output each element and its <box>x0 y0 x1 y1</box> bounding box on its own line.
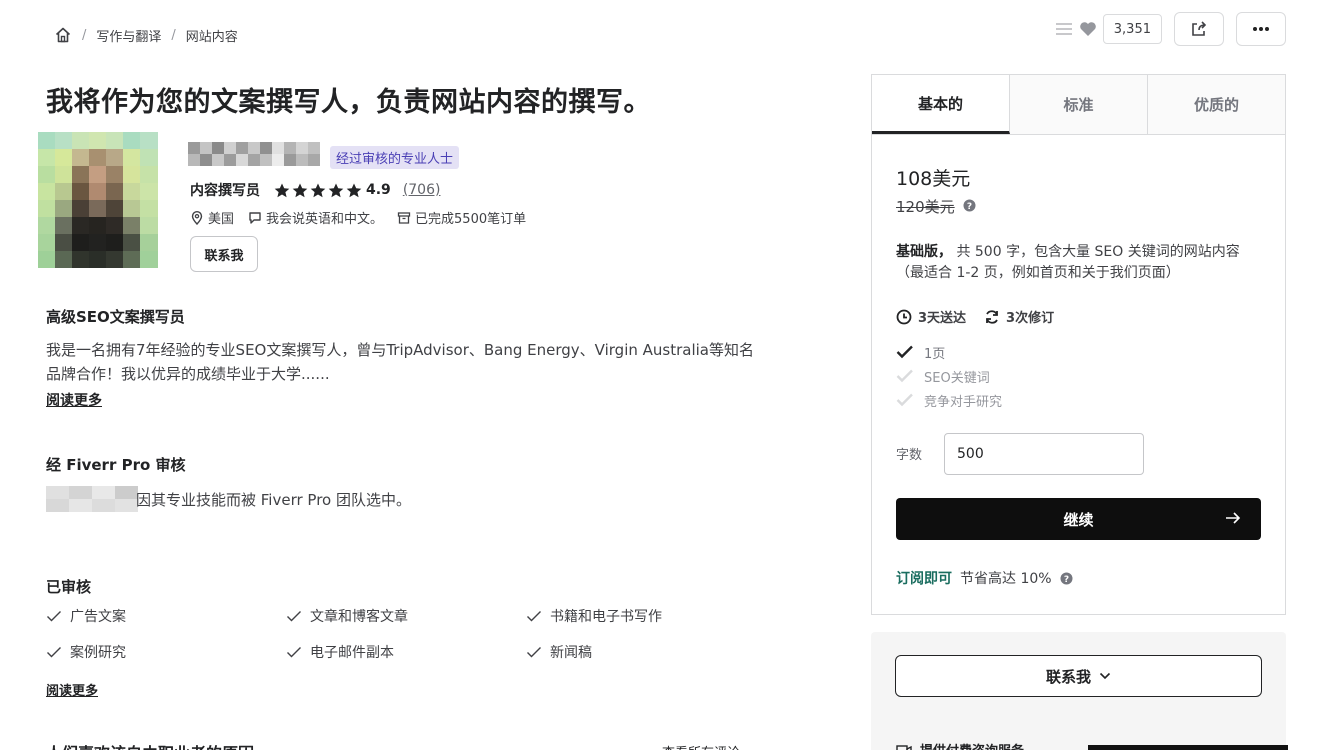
contact-me-button[interactable]: 联系我 <box>190 236 258 272</box>
more-icon <box>1252 26 1270 32</box>
more-button[interactable] <box>1236 12 1286 46</box>
rating-stars <box>274 183 362 198</box>
scroll-indicator <box>1088 745 1288 750</box>
verified-skill: 电子邮件副本 <box>286 642 526 662</box>
obscured-name <box>46 486 138 512</box>
breadcrumb-separator: / <box>171 27 176 43</box>
reviews-count-link[interactable]: (706) <box>403 182 441 198</box>
check-icon <box>527 647 541 658</box>
star-icon <box>310 183 326 197</box>
verified-skills: 广告文案 文章和博客文章 书籍和电子书写作 案例研究 电子邮件副本 新闻稿 <box>46 606 766 662</box>
breadcrumb-separator: / <box>82 27 87 43</box>
feature-item: 竞争对手研究 <box>896 388 1002 412</box>
paid-consultation: 提供付费咨询服务 <box>896 740 1024 750</box>
verified-skill: 案例研究 <box>46 642 286 662</box>
package-price: 108美元 <box>896 168 971 190</box>
verified-skill: 书籍和电子书写作 <box>526 606 766 626</box>
breadcrumb: / 写作与翻译 / 网站内容 <box>54 24 238 46</box>
feature-item: 1页 <box>896 340 1002 364</box>
check-icon <box>287 647 301 658</box>
package-description: 基础版， 共 500 字，包含大量 SEO 关键词的网站内容（最适合 1-2 页… <box>896 244 1240 281</box>
share-button[interactable] <box>1174 12 1224 46</box>
pro-badge: 经过审核的专业人士 <box>330 146 460 169</box>
heart-icon[interactable] <box>1079 21 1097 37</box>
check-icon <box>896 369 913 383</box>
read-more-link[interactable]: 阅读更多 <box>46 390 102 410</box>
verified-skill: 文章和博客文章 <box>286 606 526 626</box>
word-count-label: 字数 <box>896 448 923 463</box>
rating-score: 4.9 <box>366 182 391 198</box>
gig-actions: 3,351 <box>1055 12 1286 46</box>
check-icon <box>47 611 61 622</box>
breadcrumb-category[interactable]: 写作与翻译 <box>96 26 161 45</box>
refresh-icon <box>986 309 998 324</box>
revisions: 3次修订 <box>984 307 1054 326</box>
seller-rating-row: 内容撰写员 4.9 (706) <box>190 180 440 200</box>
clock-icon <box>896 309 912 324</box>
seller-country: 美国 <box>190 208 234 227</box>
pro-heading: 经 Fiverr Pro 审核 <box>46 456 186 474</box>
seller-avatar[interactable] <box>31 132 165 268</box>
help-icon[interactable]: ? <box>1060 572 1073 585</box>
pro-description: 因其专业技能而被 Fiverr Pro 团队选中。 <box>46 486 411 512</box>
package-features: 1页 SEO关键词 竞争对手研究 <box>896 340 1002 412</box>
subscribe-link[interactable]: 订阅即可 <box>896 568 952 588</box>
check-icon <box>47 647 61 658</box>
verified-skill: 新闻稿 <box>526 642 766 662</box>
package-delivery-info: 3天送达 3次修订 <box>896 307 1054 326</box>
save-count: 3,351 <box>1102 14 1162 44</box>
breadcrumb-subcategory[interactable]: 网站内容 <box>186 26 238 45</box>
tab-premium[interactable]: 优质的 <box>1148 75 1285 134</box>
verified-skill: 广告文案 <box>46 606 286 626</box>
delivery-time: 3天送达 <box>896 307 966 326</box>
package-tabs: 基本的 标准 优质的 <box>872 75 1285 135</box>
contact-me-dropdown-button[interactable]: 联系我 <box>895 655 1262 697</box>
home-icon[interactable] <box>54 26 72 44</box>
star-icon <box>328 183 344 197</box>
chat-icon <box>249 211 261 224</box>
about-heading: 高级SEO文案撰写员 <box>46 308 185 326</box>
word-count-input[interactable] <box>944 433 1144 475</box>
check-icon <box>896 345 913 359</box>
location-icon <box>191 210 203 225</box>
about-text: 我是一名拥有7年经验的专业SEO文案撰写人，曾与TripAdvisor、Bang… <box>46 341 754 383</box>
continue-button[interactable]: 继续 <box>896 498 1261 540</box>
seller-name[interactable] <box>188 142 320 166</box>
video-icon <box>896 744 912 750</box>
read-more-link[interactable]: 阅读更多 <box>46 680 98 699</box>
svg-text:?: ? <box>1063 575 1068 585</box>
tab-standard[interactable]: 标准 <box>1010 75 1148 134</box>
arrow-right-icon <box>1225 509 1241 531</box>
box-icon <box>397 211 411 224</box>
list-icon[interactable] <box>1055 21 1073 37</box>
seller-meta: 美国 我会说英语和中文。 已完成5500笔订单 <box>190 208 526 227</box>
chevron-down-icon <box>1099 672 1111 680</box>
check-icon <box>287 611 301 622</box>
seller-languages: 我会说英语和中文。 <box>248 208 383 227</box>
star-icon <box>274 183 290 197</box>
star-icon <box>292 183 308 197</box>
tab-basic[interactable]: 基本的 <box>872 75 1010 134</box>
seller-level: 内容撰写员 <box>190 183 260 199</box>
seller-orders: 已完成5500笔订单 <box>397 208 526 227</box>
verified-heading: 已审核 <box>46 578 92 596</box>
reviews-section-heading: 人们喜欢该自由职业者的原因 <box>46 740 254 750</box>
gig-title: 我将作为您的文案撰写人，负责网站内容的撰写。 <box>46 87 651 118</box>
check-icon <box>896 393 913 407</box>
svg-text:?: ? <box>967 202 972 212</box>
subscribe-offer: 订阅即可 节省高达 10% ? <box>896 568 1073 588</box>
check-icon <box>527 611 541 622</box>
help-icon[interactable]: ? <box>963 198 976 216</box>
package-old-price: 120美元 ? <box>896 196 976 217</box>
feature-item: SEO关键词 <box>896 364 1002 388</box>
share-icon <box>1190 20 1208 38</box>
see-all-reviews-link[interactable]: 查看所有评论 <box>662 742 740 750</box>
star-icon <box>346 183 362 197</box>
save-group: 3,351 <box>1055 14 1162 44</box>
